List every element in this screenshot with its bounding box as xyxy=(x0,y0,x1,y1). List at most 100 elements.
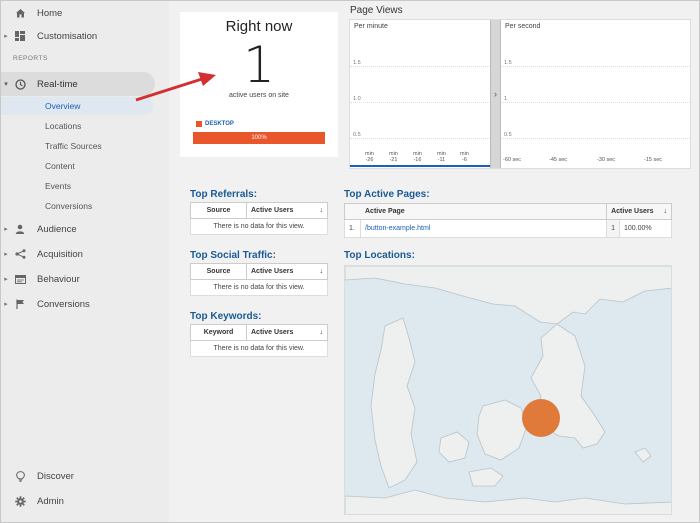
reports-section-label: REPORTS xyxy=(13,55,48,62)
column-header-keyword[interactable]: Keyword xyxy=(190,324,247,341)
nav-home[interactable]: Home xyxy=(1,1,169,25)
x-tick-label: -60 sec xyxy=(503,157,522,163)
locations-map[interactable] xyxy=(344,265,672,515)
nav-behaviour-label: Behaviour xyxy=(37,273,80,285)
flag-icon xyxy=(13,297,27,311)
top-social-title: Top Social Traffic: xyxy=(190,250,276,261)
nav-audience[interactable]: ▸ Audience xyxy=(1,217,169,241)
page-views-chart: Per minute 1.5 1.0 0.5 min -26 min -21 min… xyxy=(349,19,691,169)
gridline xyxy=(350,66,490,67)
nav-realtime-label: Real-time xyxy=(37,78,78,90)
column-header-active-users[interactable]: Active Users ↓ xyxy=(246,324,328,341)
location-marker[interactable] xyxy=(522,399,560,437)
nav-discover-label: Discover xyxy=(37,470,74,482)
nav-admin-label: Admin xyxy=(37,495,64,507)
gridline xyxy=(501,66,690,67)
nav-conversions-label: Conversions xyxy=(37,298,90,310)
chart-toggle-button[interactable]: › xyxy=(490,20,501,168)
nav-realtime-conversions[interactable]: Conversions xyxy=(1,197,169,215)
desktop-legend-label: DESKTOP xyxy=(205,121,234,127)
x-tick-value: -16 xyxy=(413,157,422,163)
gear-icon xyxy=(13,494,27,508)
nav-realtime-traffic-sources[interactable]: Traffic Sources xyxy=(1,137,169,155)
top-social-table: Source Active Users ↓ There is no data fo… xyxy=(190,263,328,296)
x-tick-label: -30 sec xyxy=(597,157,616,163)
expand-caret-icon: ▸ xyxy=(4,33,8,40)
active-users-header-label: Active Users xyxy=(251,268,294,275)
per-second-label: Per second xyxy=(505,23,541,30)
expand-caret-icon: ▸ xyxy=(4,251,8,258)
dashboard-icon xyxy=(13,29,27,43)
nav-acquisition[interactable]: ▸ Acquisition xyxy=(1,242,169,266)
column-header-source[interactable]: Source xyxy=(190,263,247,280)
sort-arrow-icon[interactable]: ↓ xyxy=(320,268,324,275)
y-tick-label: 0.5 xyxy=(353,132,361,138)
gridline xyxy=(350,102,490,103)
nav-admin[interactable]: Admin xyxy=(1,490,169,512)
column-header-active-users[interactable]: Active Users ↓ xyxy=(246,263,328,280)
home-icon xyxy=(13,6,27,20)
column-header-active-users[interactable]: Active Users ↓ xyxy=(606,203,672,220)
y-tick-label: 1 xyxy=(504,96,508,102)
per-second-chart: Per second 1.5 1 0.5 -60 sec -45 sec -30… xyxy=(501,20,690,168)
top-active-pages-table: Active Page Active Users ↓ 1. /button-exa… xyxy=(343,203,672,238)
person-icon xyxy=(13,222,27,236)
y-tick-label: 1.5 xyxy=(353,60,361,66)
nav-realtime-locations[interactable]: Locations xyxy=(1,117,169,135)
nav-realtime-content[interactable]: Content xyxy=(1,157,169,175)
nav-customisation[interactable]: ▸ Customisation xyxy=(1,24,169,48)
nav-realtime-events[interactable]: Events xyxy=(1,177,169,195)
nav-audience-label: Audience xyxy=(37,223,77,235)
x-tick-label: min -21 xyxy=(389,151,398,163)
acquisition-icon xyxy=(13,247,27,261)
empty-state-message: There is no data for this view. xyxy=(190,340,328,357)
top-keywords-table: Keyword Active Users ↓ There is no data f… xyxy=(190,324,328,357)
nav-behaviour[interactable]: ▸ Behaviour xyxy=(1,267,169,291)
clock-icon xyxy=(13,77,27,91)
x-tick-value: -26 xyxy=(365,157,374,163)
y-tick-label: 0.5 xyxy=(504,132,512,138)
x-tick-value: -21 xyxy=(389,157,398,163)
nav-acquisition-label: Acquisition xyxy=(37,248,83,260)
device-share-bar: 100% xyxy=(193,132,325,144)
nav-conversions[interactable]: ▸ Conversions xyxy=(1,292,169,316)
top-active-pages-title: Top Active Pages: xyxy=(344,189,430,200)
top-locations-title: Top Locations: xyxy=(344,250,415,261)
top-referrals-title: Top Referrals: xyxy=(190,189,258,200)
x-tick-label: -15 sec xyxy=(644,157,663,163)
y-tick-label: 1.5 xyxy=(504,60,512,66)
collapse-caret-icon: ▾ xyxy=(4,81,8,88)
empty-state-message: There is no data for this view. xyxy=(190,279,328,296)
nav-discover[interactable]: Discover xyxy=(1,465,169,487)
active-page-link[interactable]: /button-example.html xyxy=(359,219,608,238)
annotation-arrow xyxy=(135,72,216,102)
per-minute-label: Per minute xyxy=(354,23,388,30)
sort-arrow-icon[interactable]: ↓ xyxy=(320,207,324,214)
right-now-title: Right now xyxy=(225,18,293,35)
column-header-active-page[interactable]: Active Page xyxy=(343,203,608,220)
active-users-header-label: Active Users xyxy=(251,207,294,214)
x-tick-value: -11 xyxy=(437,157,446,163)
sort-arrow-icon[interactable]: ↓ xyxy=(664,208,668,215)
behaviour-icon xyxy=(13,272,27,286)
nav-customisation-label: Customisation xyxy=(37,30,98,42)
per-minute-series-line xyxy=(350,165,490,167)
expand-caret-icon: ▸ xyxy=(4,226,8,233)
x-tick-label: min -11 xyxy=(437,151,446,163)
gridline xyxy=(501,138,690,139)
row-index: 1. xyxy=(344,219,361,238)
y-tick-label: 1.0 xyxy=(353,96,361,102)
active-users-percent: 100.00% xyxy=(619,219,672,238)
desktop-swatch xyxy=(196,121,202,127)
expand-caret-icon: ▸ xyxy=(4,301,8,308)
column-header-active-users[interactable]: Active Users ↓ xyxy=(246,202,328,219)
expand-caret-icon: ▸ xyxy=(4,276,8,283)
x-tick-label: min -6 xyxy=(460,151,469,163)
device-legend: DESKTOP xyxy=(196,121,234,127)
x-tick-value: -6 xyxy=(461,157,467,163)
x-tick-label: min -26 xyxy=(365,151,374,163)
top-referrals-table: Source Active Users ↓ There is no data fo… xyxy=(190,202,328,235)
lightbulb-icon xyxy=(13,469,27,483)
column-header-source[interactable]: Source xyxy=(190,202,247,219)
sort-arrow-icon[interactable]: ↓ xyxy=(320,329,324,336)
